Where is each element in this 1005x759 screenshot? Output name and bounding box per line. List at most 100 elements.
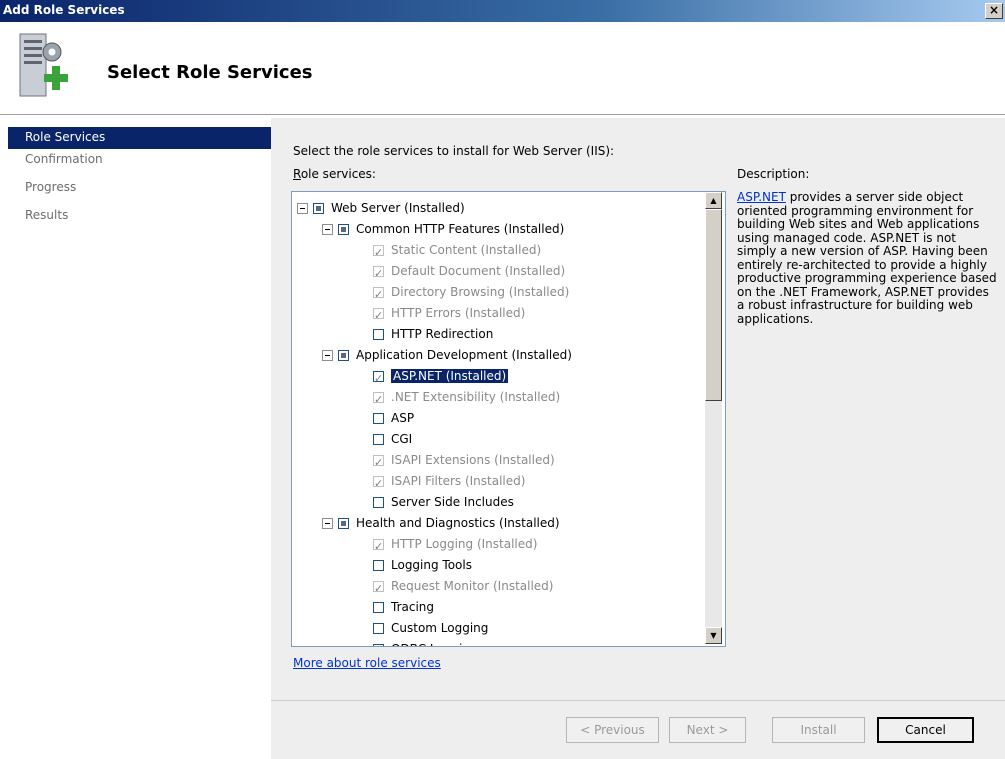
more-about-role-services-link[interactable]: More about role services	[293, 656, 441, 670]
collapse-icon[interactable]	[322, 518, 333, 529]
tree-item-label: Health and Diagnostics (Installed)	[356, 516, 560, 530]
tree-item[interactable]: Logging Tools	[373, 555, 472, 575]
checkbox[interactable]	[373, 243, 384, 263]
tree-item-label: HTTP Redirection	[391, 327, 494, 341]
checkbox[interactable]	[373, 413, 384, 424]
nav-item-results[interactable]: Results	[8, 205, 271, 233]
checkbox[interactable]	[313, 203, 324, 214]
role-services-tree[interactable]: Web Server (Installed) Common HTTP Featur…	[291, 191, 726, 647]
nav-item-progress[interactable]: Progress	[8, 177, 271, 205]
wizard-steps-nav: Role Services Confirmation Progress Results	[8, 127, 271, 758]
collapse-icon[interactable]	[322, 224, 333, 235]
checkbox[interactable]	[338, 224, 349, 235]
description-text: ASP.NET provides a server side object or…	[737, 190, 999, 326]
checkbox[interactable]	[373, 453, 384, 473]
tree-item[interactable]: .NET Extensibility (Installed)	[373, 387, 561, 410]
tree-item[interactable]: Request Monitor (Installed)	[373, 576, 554, 599]
tree-item-label: ISAPI Filters (Installed)	[391, 474, 526, 488]
role-services-label: Role services:	[293, 167, 376, 181]
tree-item-label: HTTP Errors (Installed)	[391, 306, 526, 320]
tree-item-label: Default Document (Installed)	[391, 264, 566, 278]
tree-item-label: Application Development (Installed)	[356, 348, 572, 362]
tree-item-label: ASP	[391, 411, 415, 425]
tree-item[interactable]: ASP	[373, 408, 414, 428]
tree-item-label: CGI	[391, 432, 413, 446]
checkbox[interactable]	[338, 518, 349, 529]
role-services-label-rest: ole services:	[300, 167, 376, 181]
tree-item[interactable]: Static Content (Installed)	[373, 240, 542, 263]
checkbox[interactable]	[373, 602, 384, 613]
tree-item[interactable]: Application Development (Installed)	[322, 345, 572, 365]
tree-item[interactable]: ASP.NET (Installed)	[373, 366, 509, 389]
checkbox[interactable]	[373, 434, 384, 445]
tree-item-label: Common HTTP Features (Installed)	[356, 222, 565, 236]
tree-item[interactable]: CGI	[373, 429, 412, 449]
tree-item-label: Web Server (Installed)	[331, 201, 465, 215]
previous-button[interactable]: < Previous	[566, 717, 659, 743]
checkbox[interactable]	[373, 306, 384, 326]
tree-item-label: .NET Extensibility (Installed)	[391, 390, 561, 404]
checkbox[interactable]	[373, 390, 384, 410]
title-bar: Add Role Services ×	[0, 0, 1005, 22]
collapse-icon[interactable]	[297, 203, 308, 214]
page-title: Select Role Services	[107, 62, 313, 83]
collapse-icon[interactable]	[322, 350, 333, 361]
tree-item-label: Server Side Includes	[391, 495, 514, 509]
scroll-down-button[interactable]: ▼	[705, 627, 722, 644]
checkbox[interactable]	[373, 644, 384, 646]
intro-text: Select the role services to install for …	[293, 144, 615, 158]
checkbox[interactable]	[373, 329, 384, 340]
tree-item[interactable]: ISAPI Extensions (Installed)	[373, 450, 555, 473]
tree-item[interactable]: ODBC Logging	[373, 639, 478, 646]
tree-item[interactable]: Default Document (Installed)	[373, 261, 566, 284]
checkbox[interactable]	[373, 623, 384, 634]
cancel-button[interactable]: Cancel	[877, 717, 974, 743]
tree-item[interactable]: Custom Logging	[373, 618, 488, 638]
tree-item-label: Custom Logging	[391, 621, 489, 635]
server-add-icon	[19, 33, 68, 97]
checkbox[interactable]	[373, 285, 384, 305]
tree-item[interactable]: Server Side Includes	[373, 492, 514, 512]
description-label: Description:	[737, 167, 810, 181]
tree-item[interactable]: HTTP Logging (Installed)	[373, 534, 538, 557]
scroll-up-button[interactable]: ▲	[705, 192, 722, 209]
tree-item[interactable]: Directory Browsing (Installed)	[373, 282, 570, 305]
close-button[interactable]: ×	[985, 3, 1003, 19]
role-services-accelerator: R	[293, 167, 301, 181]
tree-item[interactable]: Health and Diagnostics (Installed)	[322, 513, 560, 533]
checkbox[interactable]	[373, 369, 384, 389]
tree-item-label: HTTP Logging (Installed)	[391, 537, 538, 551]
tree-scrollbar[interactable]: ▲ ▼	[705, 192, 722, 644]
window-title: Add Role Services	[3, 3, 125, 17]
tree-item[interactable]: HTTP Redirection	[373, 324, 493, 344]
tree-item[interactable]: Common HTTP Features (Installed)	[322, 219, 564, 239]
scroll-thumb[interactable]	[705, 209, 722, 401]
tree-item-label: Static Content (Installed)	[391, 243, 542, 257]
tree-item-label: ASP.NET (Installed)	[391, 369, 509, 383]
tree-item-label: Directory Browsing (Installed)	[391, 285, 570, 299]
tree-item-label: Logging Tools	[391, 558, 472, 572]
checkbox[interactable]	[373, 497, 384, 508]
tree-item-label: Tracing	[391, 600, 435, 614]
checkbox[interactable]	[373, 474, 384, 494]
wizard-header: Select Role Services	[0, 22, 1005, 115]
tree-item[interactable]: Web Server (Installed)	[297, 198, 465, 218]
description-body: provides a server side object oriented p…	[737, 190, 997, 326]
checkbox[interactable]	[373, 264, 384, 284]
tree-item-label: ODBC Logging	[391, 642, 478, 646]
checkbox[interactable]	[373, 560, 384, 571]
tree-item[interactable]: HTTP Errors (Installed)	[373, 303, 526, 326]
checkbox[interactable]	[338, 350, 349, 361]
checkbox[interactable]	[373, 579, 384, 599]
tree-item-label: ISAPI Extensions (Installed)	[391, 453, 555, 467]
tree-item[interactable]: ISAPI Filters (Installed)	[373, 471, 526, 494]
tree-item[interactable]: Tracing	[373, 597, 434, 617]
install-button[interactable]: Install	[772, 717, 865, 743]
next-button[interactable]: Next >	[669, 717, 746, 743]
description-link[interactable]: ASP.NET	[737, 190, 786, 204]
nav-item-role-services[interactable]: Role Services	[8, 127, 271, 149]
checkbox[interactable]	[373, 537, 384, 557]
tree-item-label: Request Monitor (Installed)	[391, 579, 554, 593]
nav-item-confirmation[interactable]: Confirmation	[8, 149, 271, 177]
close-icon: ×	[988, 3, 1000, 17]
